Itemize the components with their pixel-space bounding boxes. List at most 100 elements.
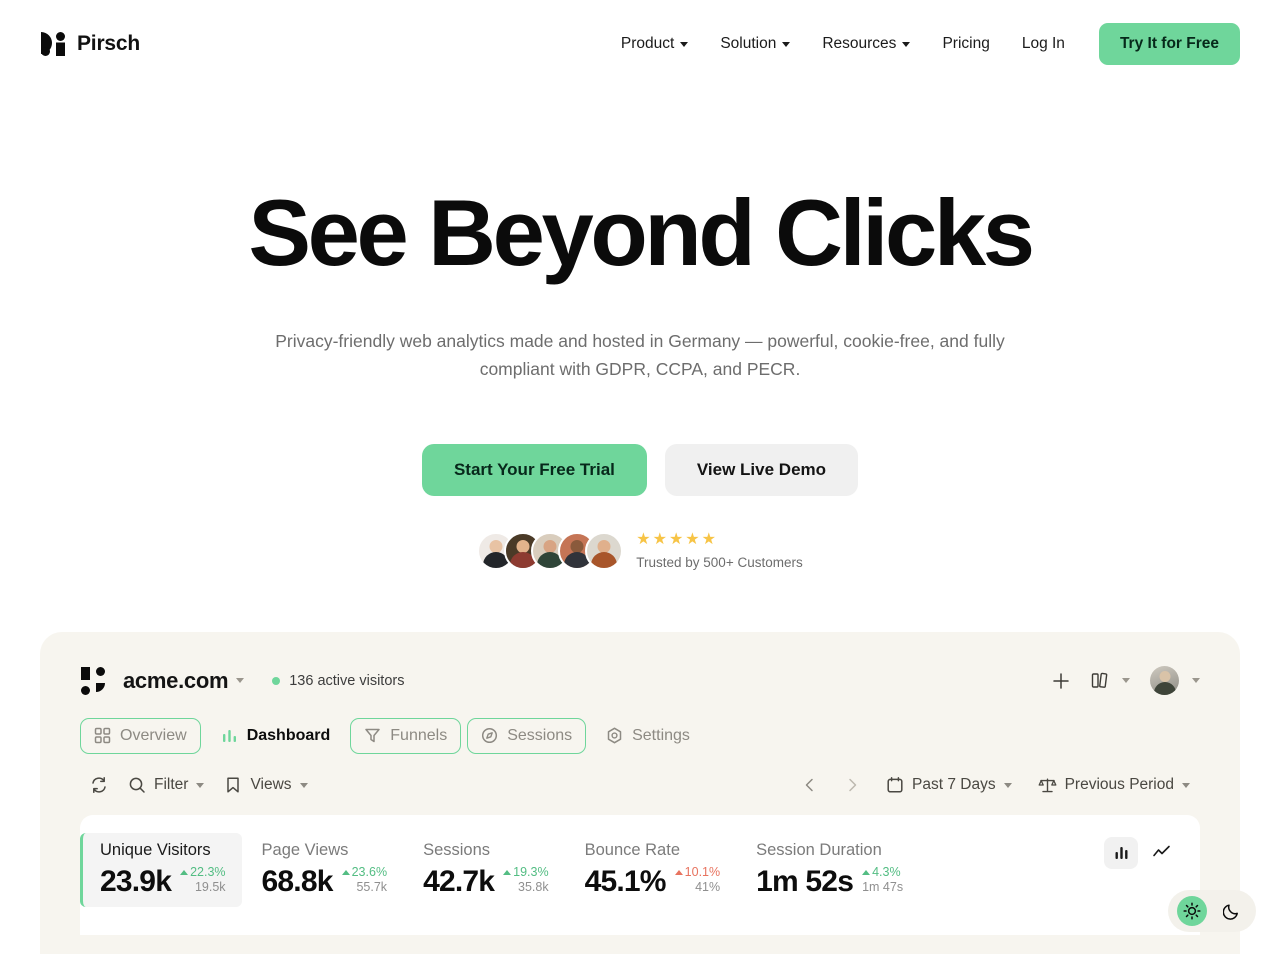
metric-previous: 35.8k bbox=[518, 880, 549, 895]
date-range-label: Past 7 Days bbox=[912, 776, 996, 794]
metric-change: 4.3% bbox=[862, 865, 903, 881]
metric-label: Session Duration bbox=[756, 840, 882, 859]
light-theme-button[interactable] bbox=[1177, 895, 1207, 926]
chevron-down-icon[interactable] bbox=[236, 678, 245, 684]
tab-label: Overview bbox=[120, 726, 187, 744]
metric-change: 22.3% bbox=[180, 865, 226, 881]
moon-icon bbox=[1223, 904, 1238, 920]
top-navigation: Pirsch Product Solution Resources Pricin… bbox=[0, 0, 1280, 88]
hero-subtitle: Privacy-friendly web analytics made and … bbox=[275, 331, 1005, 380]
add-button[interactable] bbox=[1052, 672, 1070, 690]
comparison-label: Previous Period bbox=[1064, 776, 1174, 794]
tab-sessions[interactable]: Sessions bbox=[467, 717, 587, 754]
avatar bbox=[1150, 666, 1179, 696]
metric-previous: 41% bbox=[695, 880, 721, 895]
dashboard-toolbar: Filter Views Past 7 Days Previous Period bbox=[80, 770, 1200, 801]
page-title: See Beyond Clicks bbox=[248, 180, 1035, 285]
nav-link-solution[interactable]: Solution bbox=[710, 27, 800, 61]
chevron-down-icon bbox=[782, 41, 791, 47]
plus-icon bbox=[1053, 672, 1069, 689]
metric-bounce-rate[interactable]: Bounce Rate 45.1% 10.1% 41% bbox=[565, 833, 737, 907]
tab-funnels[interactable]: Funnels bbox=[350, 717, 462, 754]
dashboard-tabs: Overview Dashboard Funnels Sessions Sett… bbox=[80, 717, 1200, 754]
date-range-selector[interactable]: Past 7 Days bbox=[876, 770, 1022, 800]
metric-change: 23.6% bbox=[341, 865, 387, 881]
metric-change: 10.1% bbox=[674, 865, 720, 881]
status-dot-icon bbox=[272, 676, 281, 685]
previous-range-button[interactable] bbox=[792, 771, 828, 799]
chevron-down-icon bbox=[1122, 678, 1130, 684]
chevron-left-icon bbox=[805, 778, 813, 792]
metric-previous: 1m 47s bbox=[862, 880, 904, 895]
nav-link-label: Solution bbox=[720, 35, 777, 52]
tab-overview[interactable]: Overview bbox=[80, 717, 201, 754]
brand[interactable]: Pirsch bbox=[40, 31, 140, 57]
metric-label: Page Views bbox=[261, 840, 349, 859]
next-range-button[interactable] bbox=[834, 771, 870, 799]
metric-value: 42.7k bbox=[423, 864, 495, 898]
view-live-demo-button[interactable]: View Live Demo bbox=[664, 443, 859, 496]
metric-previous: 19.5k bbox=[194, 880, 226, 895]
avatar bbox=[585, 531, 624, 570]
chevron-down-icon bbox=[1182, 782, 1190, 788]
refresh-icon bbox=[92, 777, 106, 794]
views-button[interactable]: Views bbox=[214, 770, 317, 800]
hero-actions: Start Your Free Trial View Live Demo bbox=[0, 443, 1280, 496]
nav-link-product[interactable]: Product bbox=[611, 27, 698, 61]
arrow-up-icon bbox=[674, 870, 683, 875]
tab-label: Sessions bbox=[507, 726, 573, 744]
metric-value: 1m 52s bbox=[756, 864, 854, 898]
nav-links: Product Solution Resources Pricing Log I… bbox=[611, 23, 1240, 65]
tab-label: Funnels bbox=[390, 726, 448, 744]
nav-link-label: Product bbox=[620, 35, 675, 52]
tab-settings[interactable]: Settings bbox=[592, 718, 704, 754]
bar-chart-icon bbox=[222, 730, 236, 743]
metric-label: Unique Visitors bbox=[100, 840, 211, 859]
metric-unique-visitors[interactable]: Unique Visitors 23.9k 22.3% 19.5k bbox=[80, 832, 242, 907]
pirsch-mark-icon bbox=[81, 666, 105, 695]
refresh-button[interactable] bbox=[80, 770, 118, 800]
line-chart-toggle[interactable] bbox=[1144, 837, 1178, 869]
date-controls: Past 7 Days Previous Period bbox=[792, 770, 1200, 801]
active-visitors: 136 active visitors bbox=[272, 673, 404, 689]
layout-button[interactable] bbox=[1090, 671, 1130, 690]
funnel-icon bbox=[365, 728, 381, 743]
theme-toggle bbox=[1168, 889, 1256, 932]
tab-label: Dashboard bbox=[246, 726, 331, 744]
metric-label: Sessions bbox=[423, 840, 491, 859]
arrow-up-icon bbox=[862, 870, 871, 875]
line-chart-icon bbox=[1152, 845, 1170, 857]
bar-chart-icon bbox=[1115, 847, 1127, 860]
metric-page-views[interactable]: Page Views 68.8k 23.6% 55.7k bbox=[242, 833, 404, 907]
metric-session-duration[interactable]: Session Duration 1m 52s 4.3% 1m 47s bbox=[736, 833, 919, 907]
metric-value: 68.8k bbox=[261, 864, 334, 898]
account-menu[interactable] bbox=[1150, 666, 1200, 696]
filter-button[interactable]: Filter bbox=[118, 770, 214, 800]
nav-link-resources[interactable]: Resources bbox=[812, 27, 920, 61]
comparison-selector[interactable]: Previous Period bbox=[1028, 770, 1200, 801]
nav-link-login[interactable]: Log In bbox=[1012, 27, 1075, 61]
try-it-for-free-button[interactable]: Try It for Free bbox=[1098, 23, 1240, 65]
nav-link-label: Pricing bbox=[942, 35, 990, 52]
scales-icon bbox=[1038, 778, 1057, 792]
tab-dashboard[interactable]: Dashboard bbox=[207, 718, 345, 754]
grid-icon bbox=[94, 727, 111, 744]
brand-name: Pirsch bbox=[77, 32, 140, 55]
rating-stars: ★★★★★ bbox=[636, 531, 802, 548]
proof-text: ★★★★★ Trusted by 500+ Customers bbox=[636, 531, 802, 570]
views-label: Views bbox=[250, 776, 292, 794]
metric-label: Bounce Rate bbox=[584, 840, 680, 859]
chevron-down-icon bbox=[1192, 678, 1200, 684]
nav-link-pricing[interactable]: Pricing bbox=[932, 27, 999, 61]
dark-theme-button[interactable] bbox=[1217, 896, 1247, 926]
bar-chart-toggle[interactable] bbox=[1104, 836, 1138, 869]
dashboard-header-actions bbox=[1052, 666, 1200, 696]
sun-icon bbox=[1183, 902, 1201, 920]
metric-sessions[interactable]: Sessions 42.7k 19.3% 35.8k bbox=[403, 833, 565, 907]
start-free-trial-button[interactable]: Start Your Free Trial bbox=[421, 443, 647, 496]
active-visitors-label: 136 active visitors bbox=[289, 672, 405, 689]
hexagon-icon bbox=[607, 727, 622, 744]
site-selector-label[interactable]: acme.com bbox=[123, 668, 229, 694]
search-icon bbox=[129, 777, 145, 793]
metric-value: 45.1% bbox=[584, 864, 667, 898]
